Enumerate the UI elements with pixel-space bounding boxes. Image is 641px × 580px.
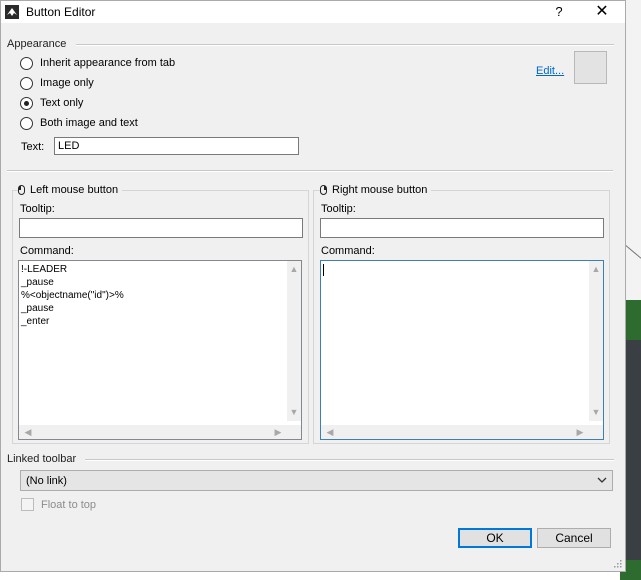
radio-button[interactable] <box>20 56 33 70</box>
left-tooltip-input[interactable] <box>19 218 303 238</box>
appearance-bottom-divider <box>7 170 613 172</box>
left-command-textarea[interactable]: !-LEADER _pause %<objectname("id")>% _pa… <box>18 260 302 440</box>
left-tooltip-label: Tooltip: <box>20 203 55 215</box>
float-to-top-checkbox <box>21 498 34 511</box>
left-mouse-icon <box>18 185 25 195</box>
title-bar: Button Editor ? ✕ <box>1 1 625 23</box>
help-button[interactable]: ? <box>550 2 568 22</box>
scroll-left-icon[interactable]: ◀ <box>21 425 35 439</box>
right-tooltip-label: Tooltip: <box>321 203 356 215</box>
window-title: Button Editor <box>26 5 96 19</box>
radio-inherit-appearance[interactable]: Inherit appearance from tab <box>20 55 175 71</box>
left-mouse-group-title: Left mouse button <box>18 184 123 196</box>
radio-label: Text only <box>40 97 84 109</box>
button-image-preview <box>574 51 607 84</box>
scroll-down-icon[interactable]: ▼ <box>287 405 301 419</box>
background-green-strip <box>626 300 641 340</box>
right-tooltip-input[interactable] <box>320 218 604 238</box>
scroll-corner <box>287 425 301 439</box>
right-command-label: Command: <box>321 245 375 257</box>
scroll-up-icon[interactable]: ▲ <box>589 262 603 276</box>
left-horizontal-scrollbar[interactable]: ◀ ▶ <box>19 425 287 439</box>
scroll-right-icon[interactable]: ▶ <box>271 425 285 439</box>
float-to-top-label: Float to top <box>41 498 97 511</box>
rhino-app-icon <box>5 5 19 19</box>
button-text-input[interactable] <box>54 137 299 155</box>
right-mouse-icon <box>320 185 327 195</box>
appearance-divider <box>76 44 614 46</box>
radio-label: Both image and text <box>40 117 138 129</box>
button-editor-dialog: Button Editor ? ✕ Appearance Inherit app… <box>0 0 626 572</box>
scroll-down-icon[interactable]: ▼ <box>589 405 603 419</box>
scroll-left-icon[interactable]: ◀ <box>323 425 337 439</box>
close-button[interactable]: ✕ <box>591 1 613 23</box>
cancel-button[interactable]: Cancel <box>537 528 611 548</box>
right-command-textarea[interactable]: ▲ ▼ ◀ ▶ <box>320 260 604 440</box>
radio-label: Image only <box>40 77 94 89</box>
radio-button[interactable] <box>20 76 33 90</box>
radio-image-only[interactable]: Image only <box>20 75 94 91</box>
scroll-right-icon[interactable]: ▶ <box>573 425 587 439</box>
scroll-corner <box>589 425 603 439</box>
radio-both-image-text[interactable]: Both image and text <box>20 115 138 131</box>
left-mouse-title-text: Left mouse button <box>30 184 119 196</box>
appearance-section-label: Appearance <box>7 38 67 50</box>
background-viewport <box>626 300 641 580</box>
right-vertical-scrollbar[interactable]: ▲ ▼ <box>589 261 603 421</box>
chevron-down-icon <box>597 477 607 483</box>
radio-text-only[interactable]: Text only <box>20 95 83 111</box>
resize-grip-icon[interactable] <box>612 558 622 568</box>
linked-toolbar-select[interactable]: (No link) <box>20 470 613 491</box>
text-caret <box>323 264 324 276</box>
float-to-top-checkbox-row: Float to top <box>21 498 96 511</box>
scroll-up-icon[interactable]: ▲ <box>287 262 301 276</box>
right-mouse-title-text: Right mouse button <box>332 184 428 196</box>
ok-button[interactable]: OK <box>458 528 532 548</box>
right-mouse-group-title: Right mouse button <box>320 184 432 196</box>
linked-toolbar-selected-value: (No link) <box>26 475 67 487</box>
right-horizontal-scrollbar[interactable]: ◀ ▶ <box>321 425 589 439</box>
radio-label: Inherit appearance from tab <box>40 57 176 69</box>
edit-image-link[interactable]: Edit... <box>536 65 564 77</box>
left-command-label: Command: <box>20 245 74 257</box>
text-field-label: Text: <box>21 141 45 153</box>
linked-toolbar-section-label: Linked toolbar <box>7 453 77 465</box>
radio-button-checked[interactable] <box>20 96 33 110</box>
left-vertical-scrollbar[interactable]: ▲ ▼ <box>287 261 301 421</box>
linked-toolbar-divider <box>85 459 614 461</box>
left-command-text: !-LEADER _pause %<objectname("id")>% _pa… <box>21 264 124 327</box>
radio-button[interactable] <box>20 116 33 130</box>
